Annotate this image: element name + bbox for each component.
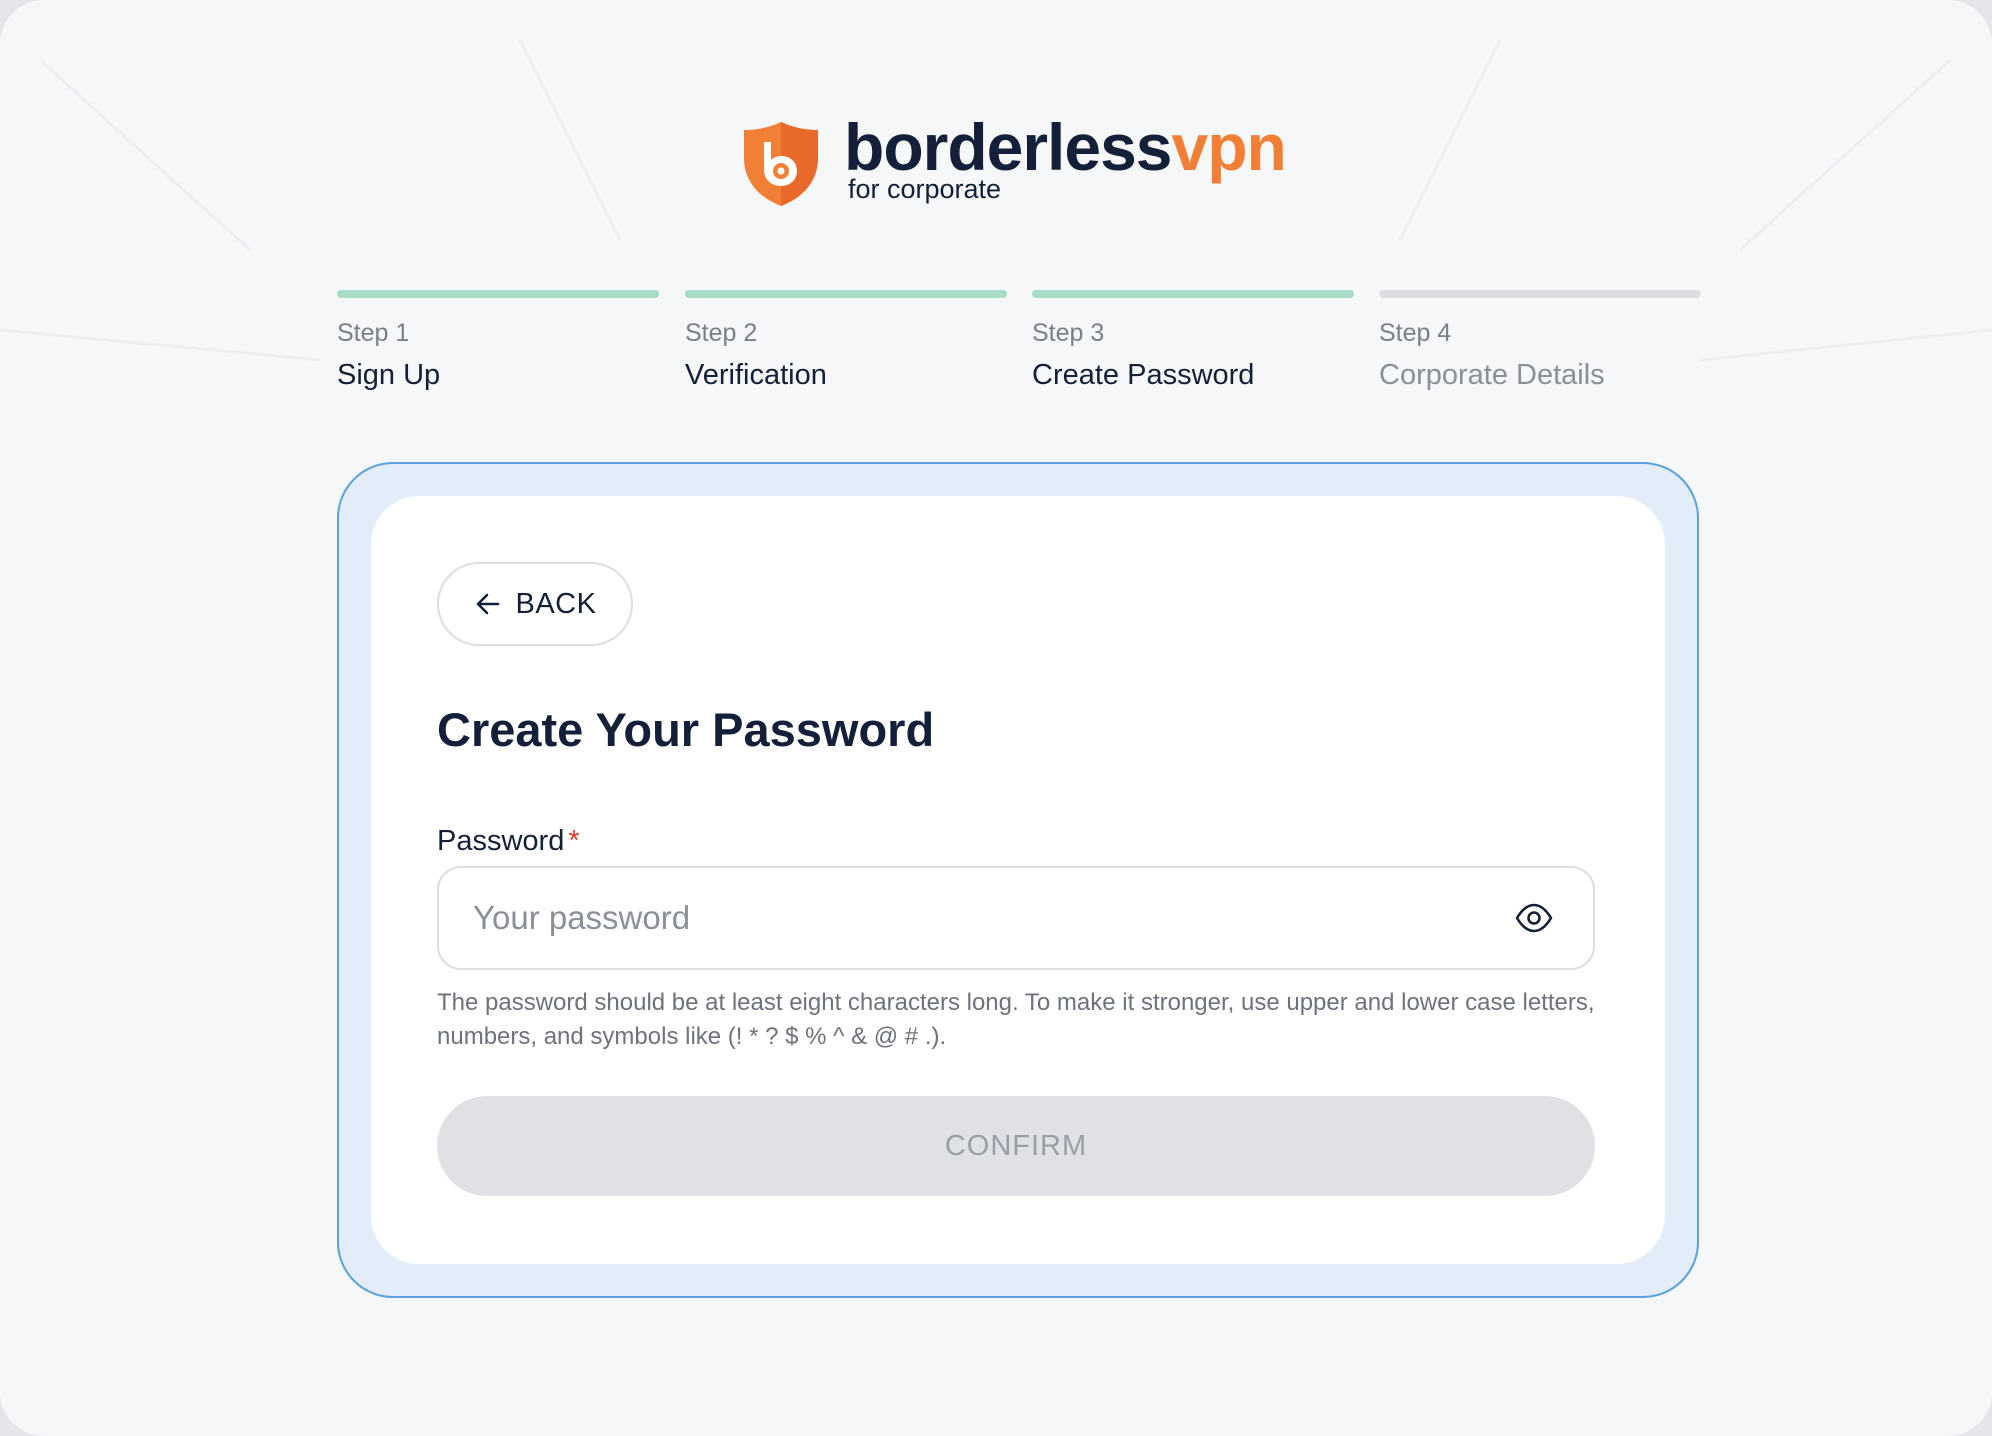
step-verification: Step 2 Verification bbox=[685, 290, 1007, 393]
confirm-button-label: CONFIRM bbox=[944, 1129, 1088, 1162]
brand-name-accent: vpn bbox=[1171, 110, 1286, 184]
page-title: Create Your Password bbox=[437, 703, 935, 756]
step-number: Step 3 bbox=[1032, 319, 1105, 347]
shield-logo-icon bbox=[744, 122, 818, 206]
step-corporate-details: Step 4 Corporate Details bbox=[1379, 290, 1701, 393]
step-progress-bar bbox=[1379, 290, 1701, 298]
back-button-label: BACK bbox=[515, 587, 597, 620]
password-card-frame: BACK Create Your Password Password * The … bbox=[337, 462, 1699, 1298]
step-create-password: Step 3 Create Password bbox=[1032, 290, 1354, 393]
step-number: Step 4 bbox=[1379, 319, 1452, 347]
password-field bbox=[437, 866, 1595, 970]
step-number: Step 2 bbox=[685, 319, 758, 347]
eye-icon[interactable] bbox=[1515, 902, 1553, 934]
confirm-button[interactable]: CONFIRM bbox=[437, 1096, 1595, 1196]
step-number: Step 1 bbox=[337, 319, 410, 347]
step-progress-bar bbox=[337, 290, 659, 298]
required-mark: * bbox=[568, 825, 580, 857]
step-title: Create Password bbox=[1032, 359, 1255, 391]
back-button[interactable]: BACK bbox=[437, 562, 633, 646]
brand-name-main: borderless bbox=[844, 110, 1172, 184]
app-window: borderlessvpn for corporate Step 1 Sign … bbox=[0, 0, 1992, 1436]
password-hint: The password should be at least eight ch… bbox=[437, 989, 1595, 1050]
arrow-left-icon bbox=[476, 593, 499, 615]
password-label-text: Password bbox=[437, 825, 565, 857]
brand-wordmark: borderlessvpn bbox=[844, 114, 1287, 180]
step-title: Sign Up bbox=[337, 359, 441, 391]
step-title: Verification bbox=[685, 359, 827, 391]
password-label: Password * bbox=[437, 824, 580, 859]
password-card: BACK Create Your Password Password * The … bbox=[371, 496, 1665, 1264]
step-title: Corporate Details bbox=[1379, 359, 1605, 391]
step-progress-bar bbox=[685, 290, 1007, 298]
progress-stepper: Step 1 Sign Up Step 2 Verification Step … bbox=[337, 290, 1702, 400]
brand-tagline: for corporate bbox=[848, 174, 1002, 204]
step-progress-bar bbox=[1032, 290, 1354, 298]
brand-logo: borderlessvpn for corporate bbox=[740, 114, 1300, 220]
step-sign-up: Step 1 Sign Up bbox=[337, 290, 659, 393]
password-input[interactable] bbox=[473, 868, 1473, 968]
